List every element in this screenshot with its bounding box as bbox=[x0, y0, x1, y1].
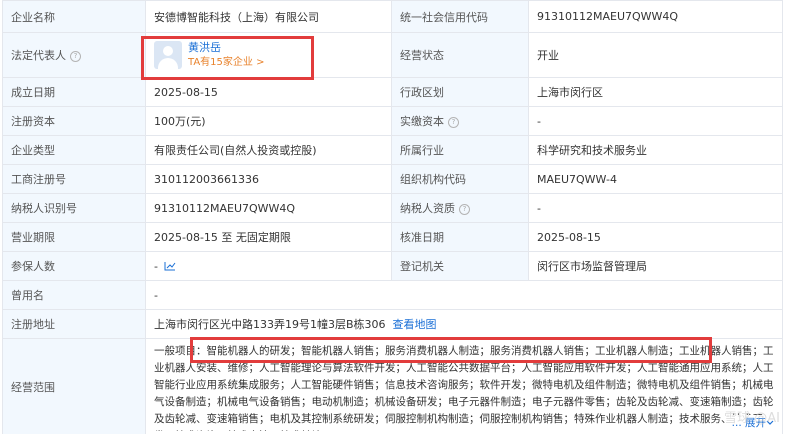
admin-region-value: 上海市闵行区 bbox=[528, 77, 783, 107]
row-term: 营业期限 2025-08-15 至 无固定期限 核准日期 2025-08-15 bbox=[2, 222, 783, 252]
taxpayer-id-value: 91310112MAEU7QWW4Q bbox=[145, 193, 392, 223]
company-info-table: 企业名称 安德博智能科技（上海）有限公司 统一社会信用代码 91310112MA… bbox=[2, 0, 783, 434]
view-map-link[interactable]: 查看地图 bbox=[393, 318, 437, 331]
row-address: 注册地址 上海市闵行区光中路133弄19号1幢3层B栋306 查看地图 bbox=[2, 309, 783, 339]
industry-value: 科学研究和技术服务业 bbox=[528, 135, 783, 165]
business-term-label: 营业期限 bbox=[2, 222, 146, 252]
insured-count-value: - bbox=[154, 259, 158, 273]
row-company-name: 企业名称 安德博智能科技（上海）有限公司 统一社会信用代码 91310112MA… bbox=[2, 0, 783, 33]
credit-code-label: 统一社会信用代码 bbox=[391, 0, 529, 33]
registered-capital-value: 100万(元) bbox=[145, 106, 392, 136]
registration-authority-value: 闵行区市场监督管理局 bbox=[528, 251, 783, 281]
insured-count-value-cell: - bbox=[145, 251, 392, 281]
help-icon[interactable]: ? bbox=[70, 51, 81, 62]
row-company-type: 企业类型 有限责任公司(自然人投资或控股) 所属行业 科学研究和技术服务业 bbox=[2, 135, 783, 165]
row-legal-rep: 法定代表人? 黄洪岳 TA有15家企业 > 经营状态 开业 bbox=[2, 32, 783, 78]
address-label: 注册地址 bbox=[2, 309, 146, 339]
company-type-value: 有限责任公司(自然人投资或控股) bbox=[145, 135, 392, 165]
highlight-box-legal-rep bbox=[141, 36, 314, 80]
established-date-value: 2025-08-15 bbox=[145, 77, 392, 107]
taxpayer-qualification-value: - bbox=[528, 193, 783, 223]
row-insured: 参保人数 - 登记机关 闵行区市场监督管理局 bbox=[2, 251, 783, 281]
admin-region-label: 行政区划 bbox=[391, 77, 529, 107]
company-name-value: 安德博智能科技（上海）有限公司 bbox=[145, 0, 392, 33]
legal-rep-label: 法定代表人 bbox=[11, 49, 66, 62]
company-name-label: 企业名称 bbox=[2, 0, 146, 33]
approval-date-value: 2025-08-15 bbox=[528, 222, 783, 252]
row-former-name: 曾用名 - bbox=[2, 280, 783, 310]
row-capital: 注册资本 100万(元) 实缴资本? - bbox=[2, 106, 783, 136]
company-info-page: 企业名称 安德博智能科技（上海）有限公司 统一社会信用代码 91310112MA… bbox=[0, 0, 800, 434]
row-registration-no: 工商注册号 310112003661336 组织机构代码 MAEU7QWW-4 bbox=[2, 164, 783, 194]
industry-label: 所属行业 bbox=[391, 135, 529, 165]
business-scope-label: 经营范围 bbox=[2, 338, 146, 434]
insured-count-label: 参保人数 bbox=[2, 251, 146, 281]
paid-capital-value: - bbox=[528, 106, 783, 136]
highlight-box-scope bbox=[190, 337, 712, 363]
paid-capital-label: 实缴资本 bbox=[400, 115, 444, 128]
row-established: 成立日期 2025-08-15 行政区划 上海市闵行区 bbox=[2, 77, 783, 107]
business-status-label: 经营状态 bbox=[391, 32, 529, 78]
approval-date-label: 核准日期 bbox=[391, 222, 529, 252]
business-term-value: 2025-08-15 至 无固定期限 bbox=[145, 222, 392, 252]
org-code-value: MAEU7QWW-4 bbox=[528, 164, 783, 194]
former-name-value: - bbox=[145, 280, 783, 310]
registration-no-value: 310112003661336 bbox=[145, 164, 392, 194]
address-value-cell: 上海市闵行区光中路133弄19号1幢3层B栋306 查看地图 bbox=[145, 309, 783, 339]
registered-capital-label: 注册资本 bbox=[2, 106, 146, 136]
help-icon[interactable]: ? bbox=[448, 117, 459, 128]
company-type-label: 企业类型 bbox=[2, 135, 146, 165]
trend-chart-icon[interactable] bbox=[164, 261, 176, 271]
help-icon[interactable]: ? bbox=[459, 204, 470, 215]
established-date-label: 成立日期 bbox=[2, 77, 146, 107]
paid-capital-label-cell: 实缴资本? bbox=[391, 106, 529, 136]
registration-authority-label: 登记机关 bbox=[391, 251, 529, 281]
former-name-label: 曾用名 bbox=[2, 280, 146, 310]
address-value: 上海市闵行区光中路133弄19号1幢3层B栋306 bbox=[154, 318, 386, 331]
watermark: 雪球 @AI bbox=[724, 411, 780, 426]
registration-no-label: 工商注册号 bbox=[2, 164, 146, 194]
credit-code-value: 91310112MAEU7QWW4Q bbox=[528, 0, 783, 33]
taxpayer-qualification-label-cell: 纳税人资质? bbox=[391, 193, 529, 223]
business-status-value: 开业 bbox=[528, 32, 783, 78]
row-taxpayer: 纳税人识别号 91310112MAEU7QWW4Q 纳税人资质? - bbox=[2, 193, 783, 223]
org-code-label: 组织机构代码 bbox=[391, 164, 529, 194]
taxpayer-id-label: 纳税人识别号 bbox=[2, 193, 146, 223]
taxpayer-qualification-label: 纳税人资质 bbox=[400, 202, 455, 215]
legal-rep-label-cell: 法定代表人? bbox=[2, 32, 146, 78]
